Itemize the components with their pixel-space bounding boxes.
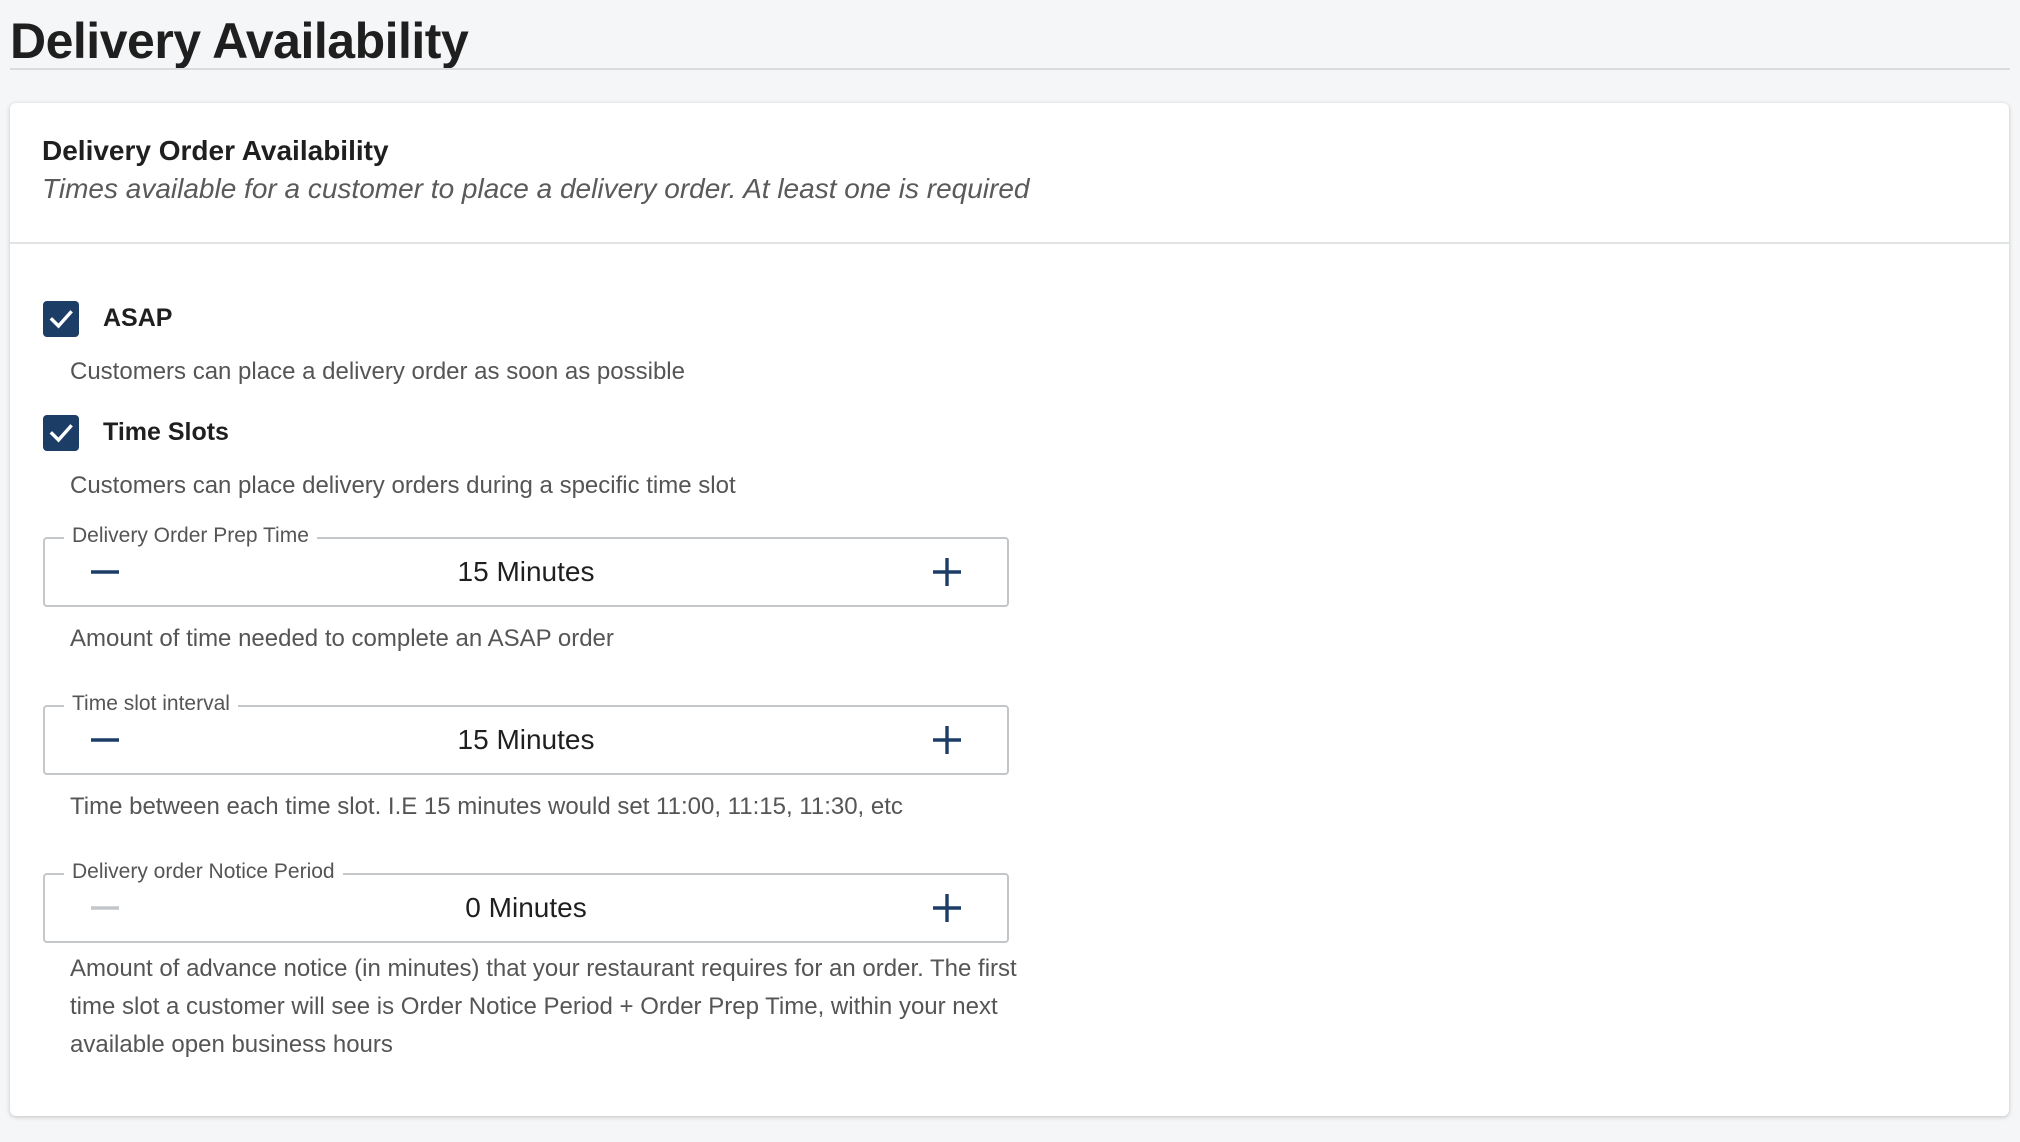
time-slots-label[interactable]: Time Slots bbox=[103, 418, 229, 447]
plus-icon bbox=[933, 726, 961, 754]
time-slots-description: Customers can place delivery orders duri… bbox=[70, 472, 736, 499]
prep-time-help: Amount of time needed to complete an ASA… bbox=[70, 625, 614, 652]
slot-interval-value[interactable]: 15 Minutes bbox=[165, 707, 887, 773]
asap-description: Customers can place a delivery order as … bbox=[70, 358, 685, 385]
card-header: Delivery Order Availability Times availa… bbox=[10, 103, 2009, 244]
notice-period-value[interactable]: 0 Minutes bbox=[165, 875, 887, 941]
slot-interval-decrement-button[interactable] bbox=[65, 707, 145, 773]
minus-icon bbox=[91, 570, 119, 574]
plus-icon bbox=[933, 558, 961, 586]
asap-option: ASAP bbox=[43, 300, 172, 337]
check-icon bbox=[49, 423, 73, 442]
prep-time-value[interactable]: 15 Minutes bbox=[165, 539, 887, 605]
card-title: Delivery Order Availability bbox=[42, 135, 389, 166]
notice-period-increment-button[interactable] bbox=[907, 875, 987, 941]
card-subtitle: Times available for a customer to place … bbox=[42, 173, 1030, 204]
time-slots-option: Time Slots bbox=[43, 414, 229, 451]
check-icon bbox=[49, 309, 73, 328]
page-title: Delivery Availability bbox=[10, 13, 469, 69]
notice-period-help: Amount of advance notice (in minutes) th… bbox=[70, 955, 1017, 1058]
prep-time-increment-button[interactable] bbox=[907, 539, 987, 605]
slot-interval-help: Time between each time slot. I.E 15 minu… bbox=[70, 793, 903, 820]
notice-period-decrement-button[interactable] bbox=[65, 875, 145, 941]
prep-time-stepper: Delivery Order Prep Time 15 Minutes bbox=[43, 522, 1009, 607]
delivery-availability-card: Delivery Order Availability Times availa… bbox=[10, 103, 2009, 1116]
time-slots-checkbox[interactable] bbox=[43, 414, 79, 451]
notice-period-stepper: Delivery order Notice Period 0 Minutes bbox=[43, 858, 1009, 943]
asap-label[interactable]: ASAP bbox=[103, 304, 172, 333]
asap-checkbox[interactable] bbox=[43, 300, 79, 337]
prep-time-decrement-button[interactable] bbox=[65, 539, 145, 605]
slot-interval-stepper: Time slot interval 15 Minutes bbox=[43, 690, 1009, 775]
minus-icon bbox=[91, 738, 119, 742]
title-divider bbox=[10, 68, 2010, 70]
slot-interval-increment-button[interactable] bbox=[907, 707, 987, 773]
plus-icon bbox=[933, 894, 961, 922]
minus-icon bbox=[91, 906, 119, 910]
